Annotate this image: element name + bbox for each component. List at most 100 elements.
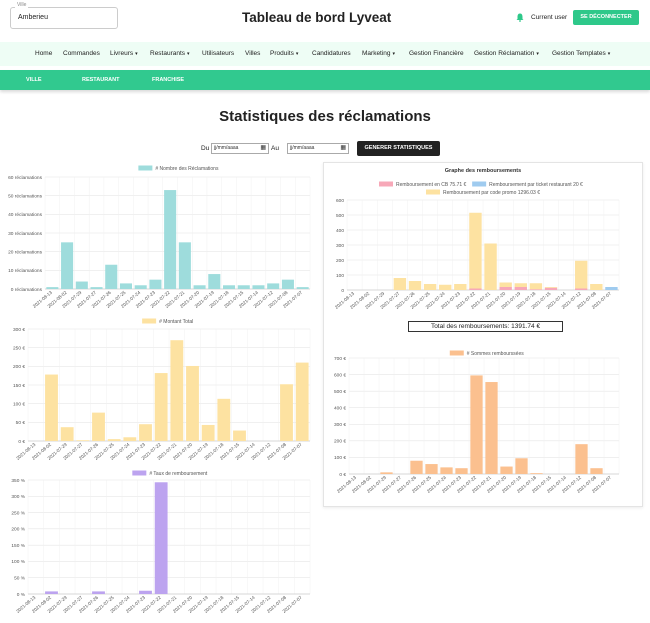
- bar[interactable]: [575, 444, 588, 474]
- tab-ville[interactable]: VILLE: [26, 77, 42, 83]
- bar[interactable]: [193, 285, 206, 289]
- tab-franchise[interactable]: FRANCHISE: [152, 77, 184, 83]
- bar[interactable]: [454, 284, 467, 290]
- nav-item-gestion-financi-re[interactable]: Gestion Financière: [409, 50, 464, 57]
- bar[interactable]: [529, 289, 543, 290]
- bar[interactable]: [178, 242, 191, 289]
- nav-item-gestion-templates[interactable]: Gestion Templates ▾: [552, 50, 610, 57]
- bar[interactable]: [60, 427, 74, 441]
- bar[interactable]: [217, 398, 231, 441]
- bar[interactable]: [45, 591, 58, 594]
- bar[interactable]: [514, 287, 527, 290]
- bar[interactable]: [544, 287, 558, 290]
- chevron-down-icon[interactable]: ▾: [393, 51, 396, 57]
- bar[interactable]: [107, 439, 121, 441]
- bell-icon[interactable]: [516, 13, 524, 22]
- bar[interactable]: [92, 591, 105, 594]
- bar[interactable]: [469, 288, 482, 291]
- bar[interactable]: [280, 384, 293, 441]
- bar[interactable]: [485, 382, 498, 474]
- bar[interactable]: [208, 274, 221, 289]
- ville-field[interactable]: Amberieu: [10, 7, 118, 29]
- nav-item-marketing[interactable]: Marketing ▾: [362, 50, 395, 57]
- chevron-down-icon[interactable]: ▾: [608, 51, 611, 57]
- bar[interactable]: [186, 365, 199, 441]
- bar[interactable]: [154, 373, 168, 441]
- nav-item-candidatures[interactable]: Candidatures: [312, 50, 351, 57]
- bar[interactable]: [455, 468, 468, 474]
- bar[interactable]: [410, 460, 423, 474]
- bar[interactable]: [281, 279, 294, 289]
- nav-item-produits[interactable]: Produits ▾: [270, 50, 298, 57]
- generate-stats-button[interactable]: GENERER STATISTIQUES: [357, 141, 440, 156]
- nav-item-gestion-r-clamation[interactable]: Gestion Réclamation ▾: [474, 50, 539, 57]
- chevron-down-icon[interactable]: ▾: [296, 51, 299, 57]
- bar[interactable]: [170, 340, 184, 441]
- bar[interactable]: [105, 264, 118, 289]
- bar[interactable]: [590, 284, 603, 290]
- bar[interactable]: [45, 374, 58, 441]
- bar[interactable]: [295, 362, 309, 441]
- bar[interactable]: [149, 279, 162, 289]
- bar[interactable]: [134, 285, 147, 289]
- nav-item-home[interactable]: Home: [35, 50, 52, 57]
- logout-button[interactable]: SE DÉCONNECTER: [573, 10, 639, 25]
- chevron-down-icon[interactable]: ▾: [135, 51, 138, 57]
- bar[interactable]: [499, 287, 512, 290]
- bar[interactable]: [61, 242, 74, 289]
- bar[interactable]: [154, 482, 168, 594]
- date-to-input[interactable]: jj/mm/aaaa ▦: [287, 143, 349, 154]
- bar[interactable]: [529, 283, 543, 290]
- bar[interactable]: [296, 287, 309, 289]
- bar[interactable]: [201, 424, 215, 441]
- bar[interactable]: [500, 466, 513, 474]
- bar[interactable]: [408, 281, 422, 290]
- nav-item-commandes[interactable]: Commandes: [63, 50, 100, 57]
- bar[interactable]: [514, 283, 527, 287]
- bar[interactable]: [440, 467, 453, 474]
- bar[interactable]: [90, 287, 103, 289]
- bar[interactable]: [484, 243, 497, 291]
- bar[interactable]: [75, 281, 88, 289]
- bar[interactable]: [222, 285, 236, 289]
- bar[interactable]: [439, 284, 452, 290]
- bar[interactable]: [393, 278, 407, 290]
- bar[interactable]: [123, 437, 137, 441]
- bar[interactable]: [590, 468, 603, 474]
- bar[interactable]: [139, 424, 152, 441]
- date-from-input[interactable]: jj/mm/aaaa ▦: [211, 143, 269, 154]
- bar[interactable]: [252, 285, 265, 289]
- bar[interactable]: [605, 287, 618, 290]
- bar[interactable]: [515, 458, 528, 474]
- nav-item-utilisateurs[interactable]: Utilisateurs: [202, 50, 234, 57]
- bar[interactable]: [530, 473, 543, 474]
- bar[interactable]: [469, 212, 482, 289]
- nav-item-villes[interactable]: Villes: [245, 50, 260, 57]
- chevron-down-icon[interactable]: ▾: [536, 51, 539, 57]
- bar[interactable]: [575, 288, 588, 291]
- bar[interactable]: [470, 375, 483, 474]
- nav-item-restaurants[interactable]: Restaurants ▾: [150, 50, 190, 57]
- bar[interactable]: [76, 440, 90, 441]
- bar[interactable]: [119, 283, 133, 289]
- nav-item-livreurs[interactable]: Livreurs ▾: [110, 50, 138, 57]
- bar[interactable]: [380, 472, 393, 474]
- bar[interactable]: [139, 590, 152, 594]
- bar[interactable]: [233, 430, 246, 441]
- calendar-icon[interactable]: ▦: [260, 144, 266, 153]
- bar[interactable]: [267, 283, 280, 289]
- bar[interactable]: [46, 287, 59, 289]
- tab-restaurant[interactable]: RESTAURANT: [82, 77, 119, 83]
- bar[interactable]: [92, 412, 105, 441]
- ville-value[interactable]: Amberieu: [18, 14, 48, 21]
- calendar-icon[interactable]: ▦: [340, 144, 346, 153]
- bar[interactable]: [499, 282, 512, 288]
- legend-label: Remboursement en CB 75.71 €: [396, 182, 467, 188]
- bar[interactable]: [423, 284, 437, 290]
- bar[interactable]: [575, 260, 588, 289]
- chevron-down-icon[interactable]: ▾: [187, 51, 190, 57]
- bar[interactable]: [164, 190, 177, 289]
- bar[interactable]: [425, 464, 438, 474]
- bar[interactable]: [237, 285, 250, 289]
- bar[interactable]: [544, 287, 558, 288]
